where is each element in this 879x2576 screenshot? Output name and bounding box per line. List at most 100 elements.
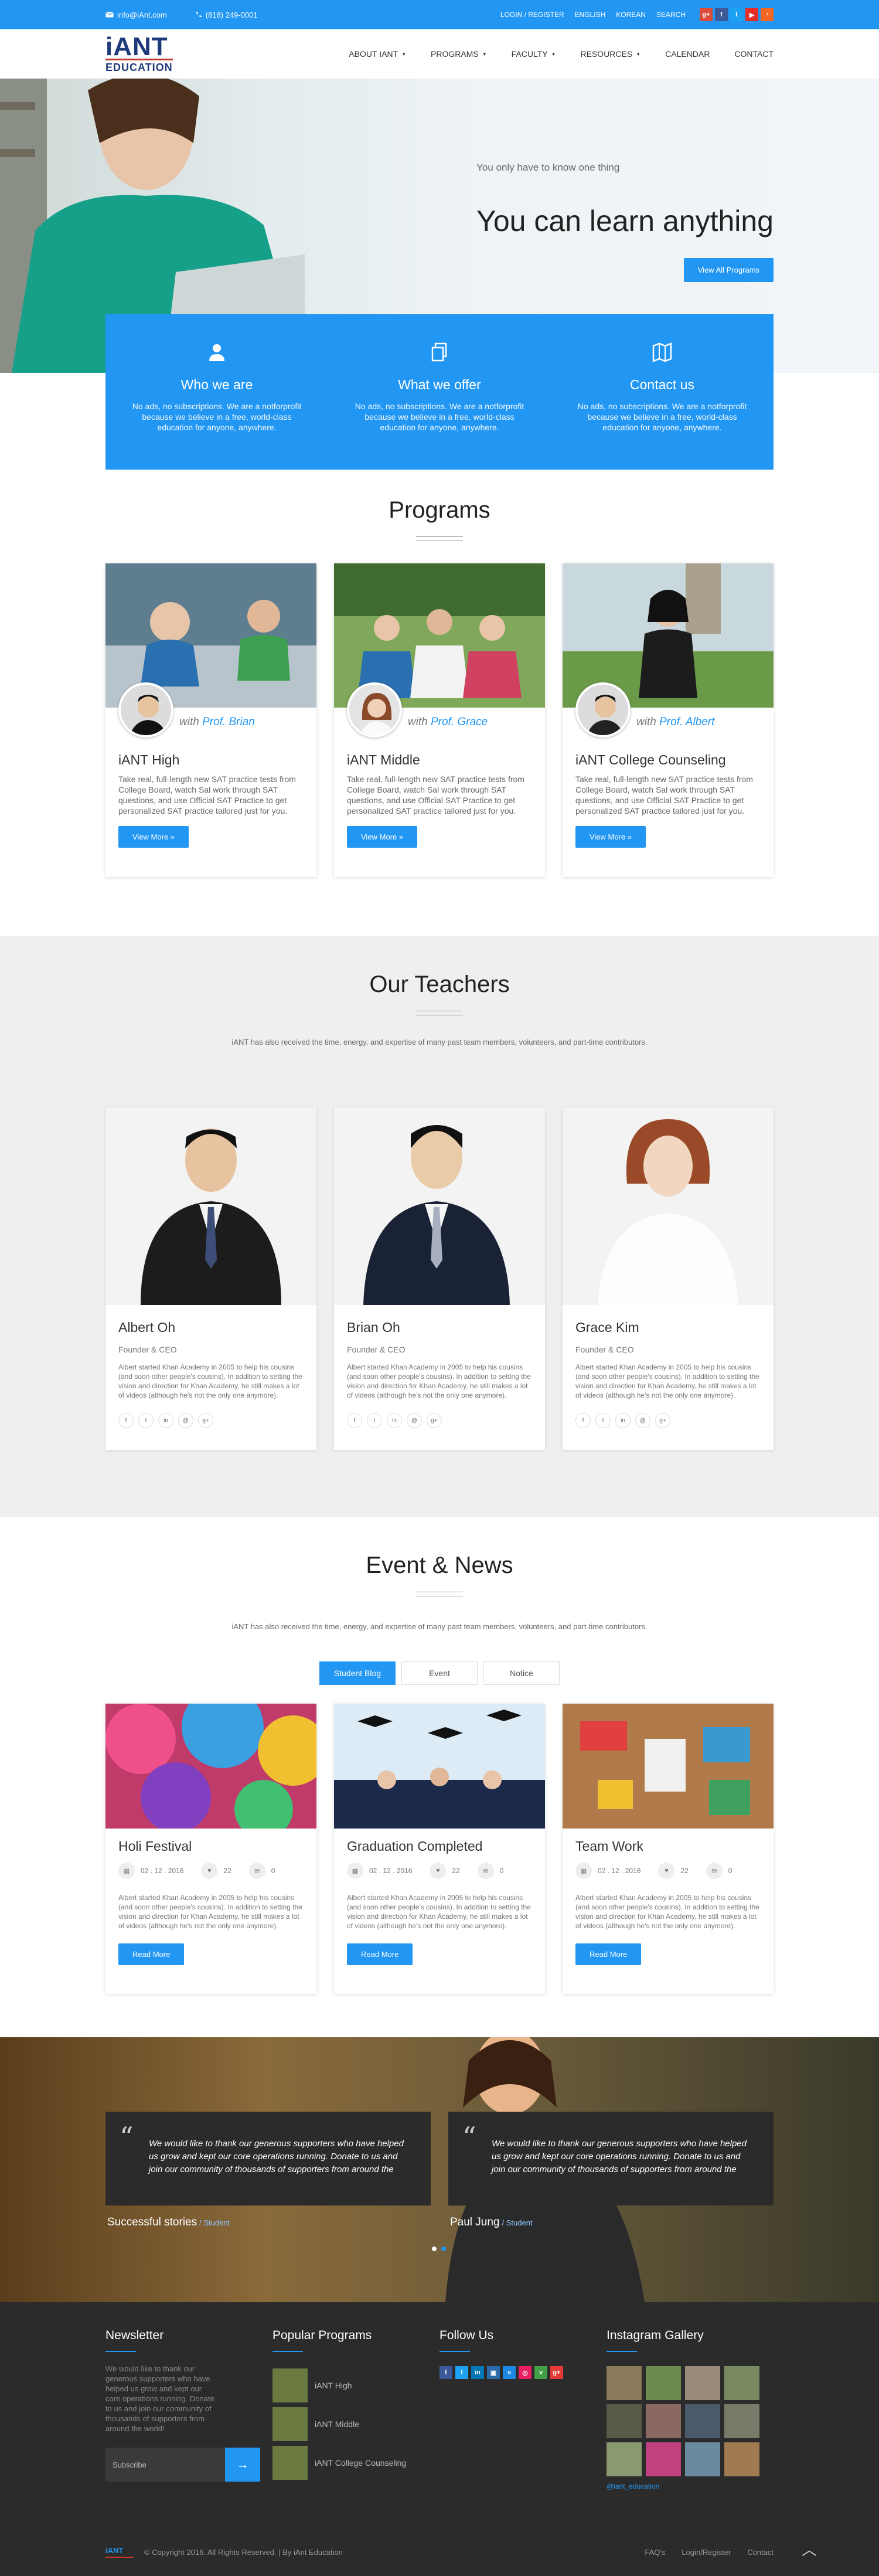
popular-program-item[interactable]: iANT Middle	[272, 2407, 440, 2441]
tab-notice[interactable]: Notice	[483, 1661, 560, 1685]
email-text: info@iAnt.com	[117, 10, 167, 19]
skype-icon[interactable]: s	[503, 2366, 516, 2379]
newsletter-text: We would like to thank our generous supp…	[105, 2364, 214, 2433]
linkedin-icon[interactable]: in	[615, 1413, 631, 1428]
nav-faculty[interactable]: FACULTY ▼	[512, 49, 556, 59]
instagram-photo[interactable]	[607, 2366, 642, 2400]
comment-icon[interactable]: ✉	[248, 1863, 265, 1879]
arrow-right-icon[interactable]: →	[225, 2448, 260, 2482]
event-title[interactable]: Graduation Completed	[347, 1838, 532, 1854]
instagram-photo[interactable]	[646, 2404, 681, 2438]
nav-resources[interactable]: RESOURCES ▼	[581, 49, 641, 59]
instagram-photo[interactable]	[685, 2366, 720, 2400]
google-plus-icon[interactable]: g+	[700, 8, 713, 21]
google-plus-icon[interactable]: g+	[550, 2366, 563, 2379]
subscribe-input[interactable]: Subscribe	[105, 2448, 225, 2482]
facebook-icon[interactable]: f	[715, 8, 728, 21]
logo[interactable]: iANT EDUCATION	[105, 34, 196, 73]
google-plus-icon[interactable]: g+	[427, 1413, 442, 1428]
linkedin-icon[interactable]: in	[158, 1413, 173, 1428]
instagram-photo[interactable]	[724, 2366, 759, 2400]
vine-icon[interactable]: v	[534, 2366, 547, 2379]
email-icon[interactable]: @	[635, 1413, 650, 1428]
heart-icon[interactable]: ♥	[658, 1863, 675, 1879]
instagram-photo[interactable]	[607, 2404, 642, 2438]
tab-student-blog[interactable]: Student Blog	[319, 1661, 396, 1685]
instagram-photo[interactable]	[724, 2404, 759, 2438]
professor-name[interactable]: Prof. Grace	[431, 716, 488, 728]
linkedin-icon[interactable]: in	[471, 2366, 484, 2379]
professor-name[interactable]: Prof. Brian	[202, 716, 255, 728]
event-title[interactable]: Holi Festival	[118, 1838, 304, 1854]
testimonial-quote: We would like to thank our generous supp…	[149, 2139, 404, 2174]
contact-link[interactable]: Contact	[747, 2548, 774, 2557]
twitter-icon[interactable]: t	[730, 8, 743, 21]
twitter-icon[interactable]: t	[367, 1413, 382, 1428]
faq-link[interactable]: FAQ's	[645, 2548, 665, 2557]
view-more-button[interactable]: View More »	[347, 826, 418, 848]
facebook-icon[interactable]: f	[440, 2366, 452, 2379]
korean-link[interactable]: KOREAN	[616, 11, 646, 19]
search-link[interactable]: SEARCH	[656, 11, 686, 19]
facebook-icon[interactable]: f	[118, 1413, 134, 1428]
instagram-photo[interactable]	[685, 2404, 720, 2438]
program-title[interactable]: iANT Middle	[347, 752, 532, 768]
english-link[interactable]: ENGLISH	[575, 11, 606, 19]
twitter-icon[interactable]: t	[455, 2366, 468, 2379]
instagram-handle[interactable]: @iant_education	[607, 2482, 774, 2490]
instagram-photo[interactable]	[646, 2442, 681, 2476]
teacher-name[interactable]: Albert Oh	[118, 1320, 304, 1335]
twitter-icon[interactable]: t	[595, 1413, 611, 1428]
program-title[interactable]: iANT High	[118, 752, 304, 768]
popular-program-item[interactable]: iANT High	[272, 2368, 440, 2402]
comment-icon[interactable]: ✉	[706, 1863, 723, 1879]
popular-program-item[interactable]: iANT College Counseling	[272, 2446, 440, 2480]
google-plus-icon[interactable]: g+	[655, 1413, 670, 1428]
comment-icon[interactable]: ✉	[477, 1863, 494, 1879]
professor-name[interactable]: Prof. Albert	[659, 716, 714, 728]
back-to-top-icon[interactable]: ︿	[802, 2538, 817, 2560]
linkedin-icon[interactable]: in	[387, 1413, 402, 1428]
youtube-icon[interactable]: ▶	[745, 8, 758, 21]
read-more-button[interactable]: Read More	[118, 1943, 185, 1965]
testimonial-card: “ We would like to thank our generous su…	[105, 2112, 431, 2205]
view-all-programs-button[interactable]: View All Programs	[683, 258, 774, 282]
twitter-icon[interactable]: t	[138, 1413, 154, 1428]
heart-icon[interactable]: ♥	[430, 1863, 447, 1879]
teacher-name[interactable]: Grace Kim	[575, 1320, 761, 1335]
read-more-button[interactable]: Read More	[575, 1943, 642, 1965]
read-more-button[interactable]: Read More	[347, 1943, 413, 1965]
email-icon[interactable]: @	[407, 1413, 422, 1428]
nav-calendar[interactable]: CALENDAR	[665, 49, 710, 59]
program-title[interactable]: iANT College Counseling	[575, 752, 761, 768]
facebook-icon[interactable]: f	[575, 1413, 591, 1428]
instagram-photo[interactable]	[646, 2366, 681, 2400]
dribbble-icon[interactable]: ◎	[519, 2366, 532, 2379]
view-more-button[interactable]: View More »	[118, 826, 189, 848]
with-label: with	[636, 716, 656, 728]
heart-icon[interactable]: ♥	[201, 1863, 218, 1879]
instagram-photo[interactable]	[685, 2442, 720, 2476]
nav-contact[interactable]: CONTACT	[734, 49, 774, 59]
carousel-dot[interactable]	[432, 2247, 437, 2251]
phone-contact[interactable]: (818) 249-0001	[195, 11, 258, 19]
login-register-link[interactable]: LOGIN / REGISTER	[500, 11, 564, 19]
delicious-icon[interactable]: ▣	[487, 2366, 500, 2379]
nav-about[interactable]: ABOUT IANT ▼	[349, 49, 406, 59]
view-more-button[interactable]: View More »	[575, 826, 646, 848]
teacher-name[interactable]: Brian Oh	[347, 1320, 532, 1335]
login-register-link[interactable]: Login/Register	[682, 2548, 731, 2557]
carousel-dot-active[interactable]	[441, 2247, 446, 2251]
footer-logo[interactable]: iANT	[105, 2546, 134, 2558]
footer-follow-us: Follow Us f t in ▣ s ◎ v g+	[440, 2329, 607, 2490]
facebook-icon[interactable]: f	[347, 1413, 362, 1428]
email-contact[interactable]: info@iAnt.com	[105, 11, 167, 19]
rss-icon[interactable]: ◔	[761, 8, 774, 21]
instagram-photo[interactable]	[724, 2442, 759, 2476]
tab-event[interactable]: Event	[401, 1661, 478, 1685]
google-plus-icon[interactable]: g+	[198, 1413, 213, 1428]
event-title[interactable]: Team Work	[575, 1838, 761, 1854]
email-icon[interactable]: @	[178, 1413, 193, 1428]
nav-programs[interactable]: PROGRAMS ▼	[431, 49, 487, 59]
instagram-photo[interactable]	[607, 2442, 642, 2476]
